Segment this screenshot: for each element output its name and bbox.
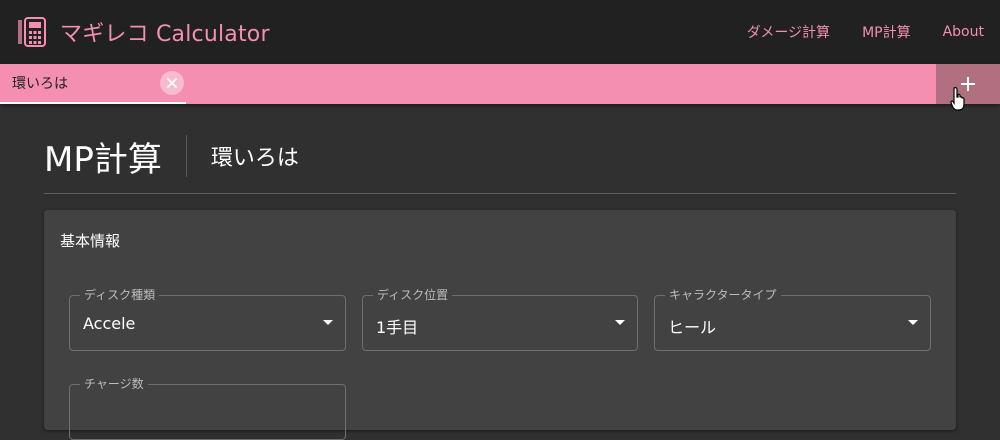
hand-cursor-icon [950,86,965,111]
dropdown-arrow-icon [615,320,625,325]
field-label: チャージ数 [80,376,148,392]
page-subtitle: 環いろは [210,146,299,171]
field-value: ヒール [668,318,717,337]
dropdown-arrow-icon [323,320,333,325]
field-label: キャラクタータイプ [665,287,781,303]
charge-count-select[interactable]: チャージ数 [69,376,346,440]
disc-position-select[interactable]: ディスク位置 1手目 [362,287,638,351]
field-value: 1手目 [376,318,419,337]
card-title: 基本情報 [60,232,121,250]
heading-rule [44,193,956,194]
tab-character[interactable]: 環いろは [0,64,186,104]
tab-bar: 環いろは [0,64,1000,104]
top-nav: ダメージ計算 MP計算 About [731,0,1000,64]
app-bar: マギレコ Calculator ダメージ計算 MP計算 About [0,0,1000,64]
tab-label: 環いろは [12,76,68,92]
calculator-icon [16,16,48,48]
dropdown-arrow-icon [908,320,918,325]
field-value: Accele [83,314,136,333]
app-title: マギレコ Calculator [60,22,270,47]
page-title: MP計算 [44,139,162,180]
nav-mp-calc[interactable]: MP計算 [846,22,927,42]
close-icon[interactable] [160,71,184,95]
nav-damage-calc[interactable]: ダメージ計算 [731,22,846,42]
field-label: ディスク位置 [373,287,453,303]
page-heading: MP計算 環いろは [44,132,299,180]
heading-divider [185,135,187,177]
disc-type-select[interactable]: ディスク種類 Accele [69,287,346,351]
field-label: ディスク種類 [80,287,160,303]
nav-about[interactable]: About [927,24,1000,40]
add-tab-button[interactable] [936,64,1000,104]
basic-info-card: 基本情報 ディスク種類 Accele ディスク位置 1手目 キャラクタータイプ … [44,210,956,440]
character-type-select[interactable]: キャラクタータイプ ヒール [654,287,931,351]
